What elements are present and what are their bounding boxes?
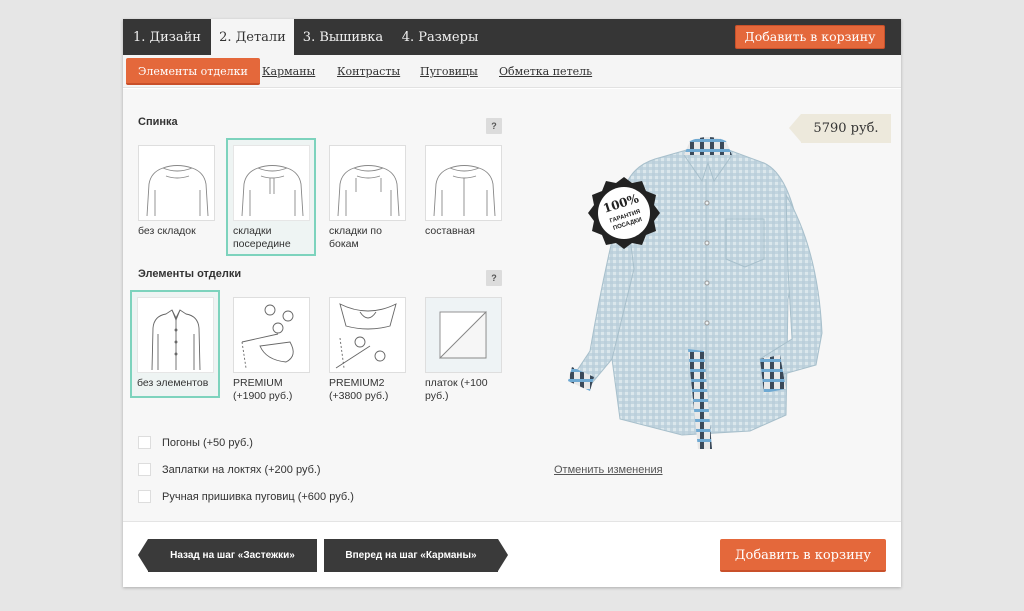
checkbox-label: Ручная пришивка пуговиц (+600 руб.) xyxy=(162,491,354,503)
step-tab-design[interactable]: 1. Дизайн xyxy=(123,19,211,55)
shirt-front-icon xyxy=(137,297,214,373)
price-tag: 5790 руб. xyxy=(789,114,891,143)
step-tab-embroidery[interactable]: 3. Вышивка xyxy=(298,19,388,55)
checkbox-label: Заплатки на локтях (+200 руб.) xyxy=(162,464,321,476)
option-label: без элементов xyxy=(137,377,209,389)
subtab-trim[interactable]: Элементы отделки xyxy=(126,58,260,85)
reset-changes-link[interactable]: Отменить изменения xyxy=(554,464,663,476)
configurator-panel: 1. Дизайн 2. Детали 3. Вышивка 4. Размер… xyxy=(123,19,901,587)
shirt-back-icon xyxy=(329,145,406,221)
option-label: PREMIUM2 (+3800 руб.) xyxy=(329,377,389,402)
back-option-no-pleats[interactable]: без складок xyxy=(135,142,225,254)
shirt-back-icon xyxy=(425,145,502,221)
back-option-side-pleats[interactable]: складки по бокам xyxy=(326,142,416,254)
option-label: без складок xyxy=(138,225,196,237)
pocket-square-icon xyxy=(425,297,502,373)
subtab-buttons[interactable]: Пуговицы xyxy=(420,55,478,88)
step-tab-details[interactable]: 2. Детали xyxy=(211,19,294,55)
checkbox-label: Погоны (+50 руб.) xyxy=(162,437,253,449)
footer-bar: Назад на шаг «Застежки» Вперед на шаг «К… xyxy=(123,521,901,587)
step-tab-sizes[interactable]: 4. Размеры xyxy=(395,19,485,55)
subtab-bar: Элементы отделки Карманы Контрасты Пугов… xyxy=(123,55,901,88)
shirt-preview-image: 100% ГАРАНТИЯ ПОСАДКИ xyxy=(568,137,823,449)
option-label: составная xyxy=(425,225,475,237)
trim-option-none[interactable]: без элементов xyxy=(130,290,220,398)
subtab-pockets[interactable]: Карманы xyxy=(262,55,315,88)
add-to-cart-button-top[interactable]: Добавить в корзину xyxy=(735,25,885,49)
trim-section-title: Элементы отделки xyxy=(138,268,242,280)
add-to-cart-button-bottom[interactable]: Добавить в корзину xyxy=(720,539,886,572)
back-option-center-pleats[interactable]: складки посередине xyxy=(226,138,316,256)
back-help-button[interactable]: ? xyxy=(486,118,502,134)
shirt-back-icon xyxy=(233,145,310,221)
next-step-button[interactable]: Вперед на шаг «Карманы» xyxy=(324,539,508,572)
details-content: Спинка ? без складок складки посередине … xyxy=(123,89,901,521)
option-label: PREMIUM (+1900 руб.) xyxy=(233,377,293,402)
shirt-back-icon xyxy=(138,145,215,221)
subtab-buttonholes[interactable]: Обметка петель xyxy=(499,55,592,88)
buttons-sewing-icon xyxy=(233,297,310,373)
checkbox-box[interactable] xyxy=(138,490,151,503)
option-label: складки по бокам xyxy=(329,225,382,250)
trim-help-button[interactable]: ? xyxy=(486,270,502,286)
option-label: складки посередине xyxy=(233,225,291,250)
back-step-button[interactable]: Назад на шаг «Застежки» xyxy=(138,539,317,572)
trim-option-premium2[interactable]: PREMIUM2 (+3800 руб.) xyxy=(326,294,416,406)
option-label: платок (+100 руб.) xyxy=(425,377,488,402)
checkbox-box[interactable] xyxy=(138,436,151,449)
trim-option-pocket-square[interactable]: платок (+100 руб.) xyxy=(422,294,512,406)
back-section-title: Спинка xyxy=(138,116,178,128)
back-option-composite[interactable]: составная xyxy=(422,142,512,254)
collar-sewing-icon xyxy=(329,297,406,373)
checkbox-box[interactable] xyxy=(138,463,151,476)
subtab-contrasts[interactable]: Контрасты xyxy=(337,55,400,88)
trim-option-premium[interactable]: PREMIUM (+1900 руб.) xyxy=(230,294,320,406)
step-bar: 1. Дизайн 2. Детали 3. Вышивка 4. Размер… xyxy=(123,19,901,55)
